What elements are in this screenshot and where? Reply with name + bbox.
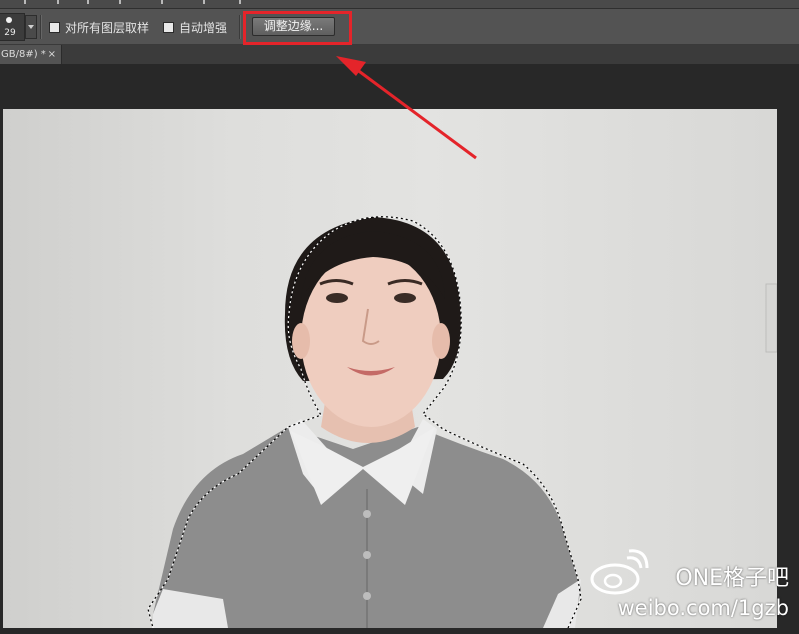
weibo-watermark: ONE格子吧 weibo.com/1gzb (589, 548, 789, 628)
auto-enhance-option[interactable]: 自动增强 (163, 19, 227, 35)
sample-all-layers-option[interactable]: 对所有图层取样 (49, 19, 149, 35)
menu-bar (0, 0, 799, 9)
tool-options-bar: 29 对所有图层取样 自动增强 调整边缘... (0, 9, 799, 45)
close-icon[interactable]: × (48, 45, 56, 64)
auto-enhance-checkbox[interactable] (163, 21, 174, 33)
watermark-brand: ONE格子吧 (675, 566, 789, 591)
auto-enhance-label: 自动增强 (179, 20, 228, 35)
divider (40, 15, 42, 39)
sample-all-layers-label: 对所有图层取样 (65, 20, 150, 35)
watermark-url: weibo.com/1gzb (617, 596, 789, 620)
brush-size-preview[interactable]: 29 (0, 13, 25, 41)
annotation-highlight-box (243, 11, 352, 45)
brush-picker-dropdown[interactable] (25, 15, 37, 39)
brush-dot-icon (6, 17, 12, 23)
photoshop-window: 29 对所有图层取样 自动增强 调整边缘... GB/8#) * × ONE格子… (0, 0, 799, 634)
sample-all-layers-checkbox[interactable] (49, 21, 60, 33)
document-tab[interactable]: GB/8#) * × (0, 45, 62, 64)
weibo-icon (590, 549, 649, 595)
document-tab-bar: GB/8#) * × (0, 45, 799, 64)
divider (239, 15, 241, 39)
document-tab-title: GB/8#) * (1, 49, 46, 60)
brush-size-value: 29 (4, 28, 16, 38)
